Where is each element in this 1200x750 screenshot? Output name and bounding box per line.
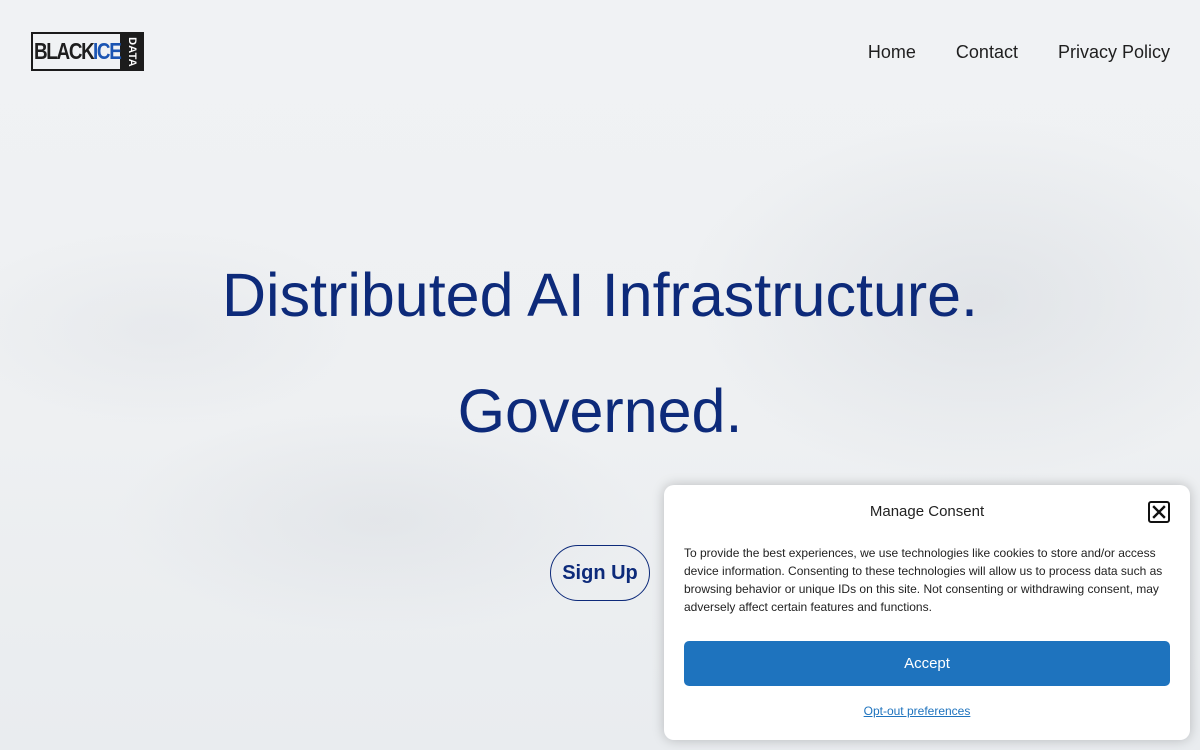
nav-link-contact[interactable]: Contact: [956, 41, 1018, 63]
consent-title: Manage Consent: [869, 503, 985, 520]
nav-link-privacy-policy[interactable]: Privacy Policy: [1058, 41, 1170, 63]
hero-headline-line-2: Governed.: [457, 377, 743, 445]
main-nav: Home Contact Privacy Policy: [868, 41, 1170, 63]
logo-wordmark: BLACK ICE: [31, 32, 122, 71]
logo-text-data: DATA: [126, 36, 139, 67]
accept-button[interactable]: Accept: [684, 641, 1170, 686]
nav-link-home[interactable]: Home: [868, 41, 916, 63]
logo-text-black: BLACK: [34, 38, 95, 64]
consent-description: To provide the best experiences, we use …: [684, 546, 1163, 614]
opt-out-preferences-link[interactable]: Opt-out preferences: [664, 704, 1170, 718]
close-icon: [1152, 505, 1166, 519]
consent-close-button[interactable]: [1148, 501, 1170, 523]
logo-text-ice: ICE: [92, 38, 122, 64]
hero-headline-line-1: Distributed AI Infrastructure.: [221, 261, 979, 329]
site-logo[interactable]: BLACK ICE DATA: [31, 32, 169, 71]
sign-up-button[interactable]: Sign Up: [550, 545, 650, 601]
logo-side-block: DATA: [120, 32, 145, 71]
consent-dialog: Manage Consent To provide the best exper…: [664, 485, 1190, 740]
